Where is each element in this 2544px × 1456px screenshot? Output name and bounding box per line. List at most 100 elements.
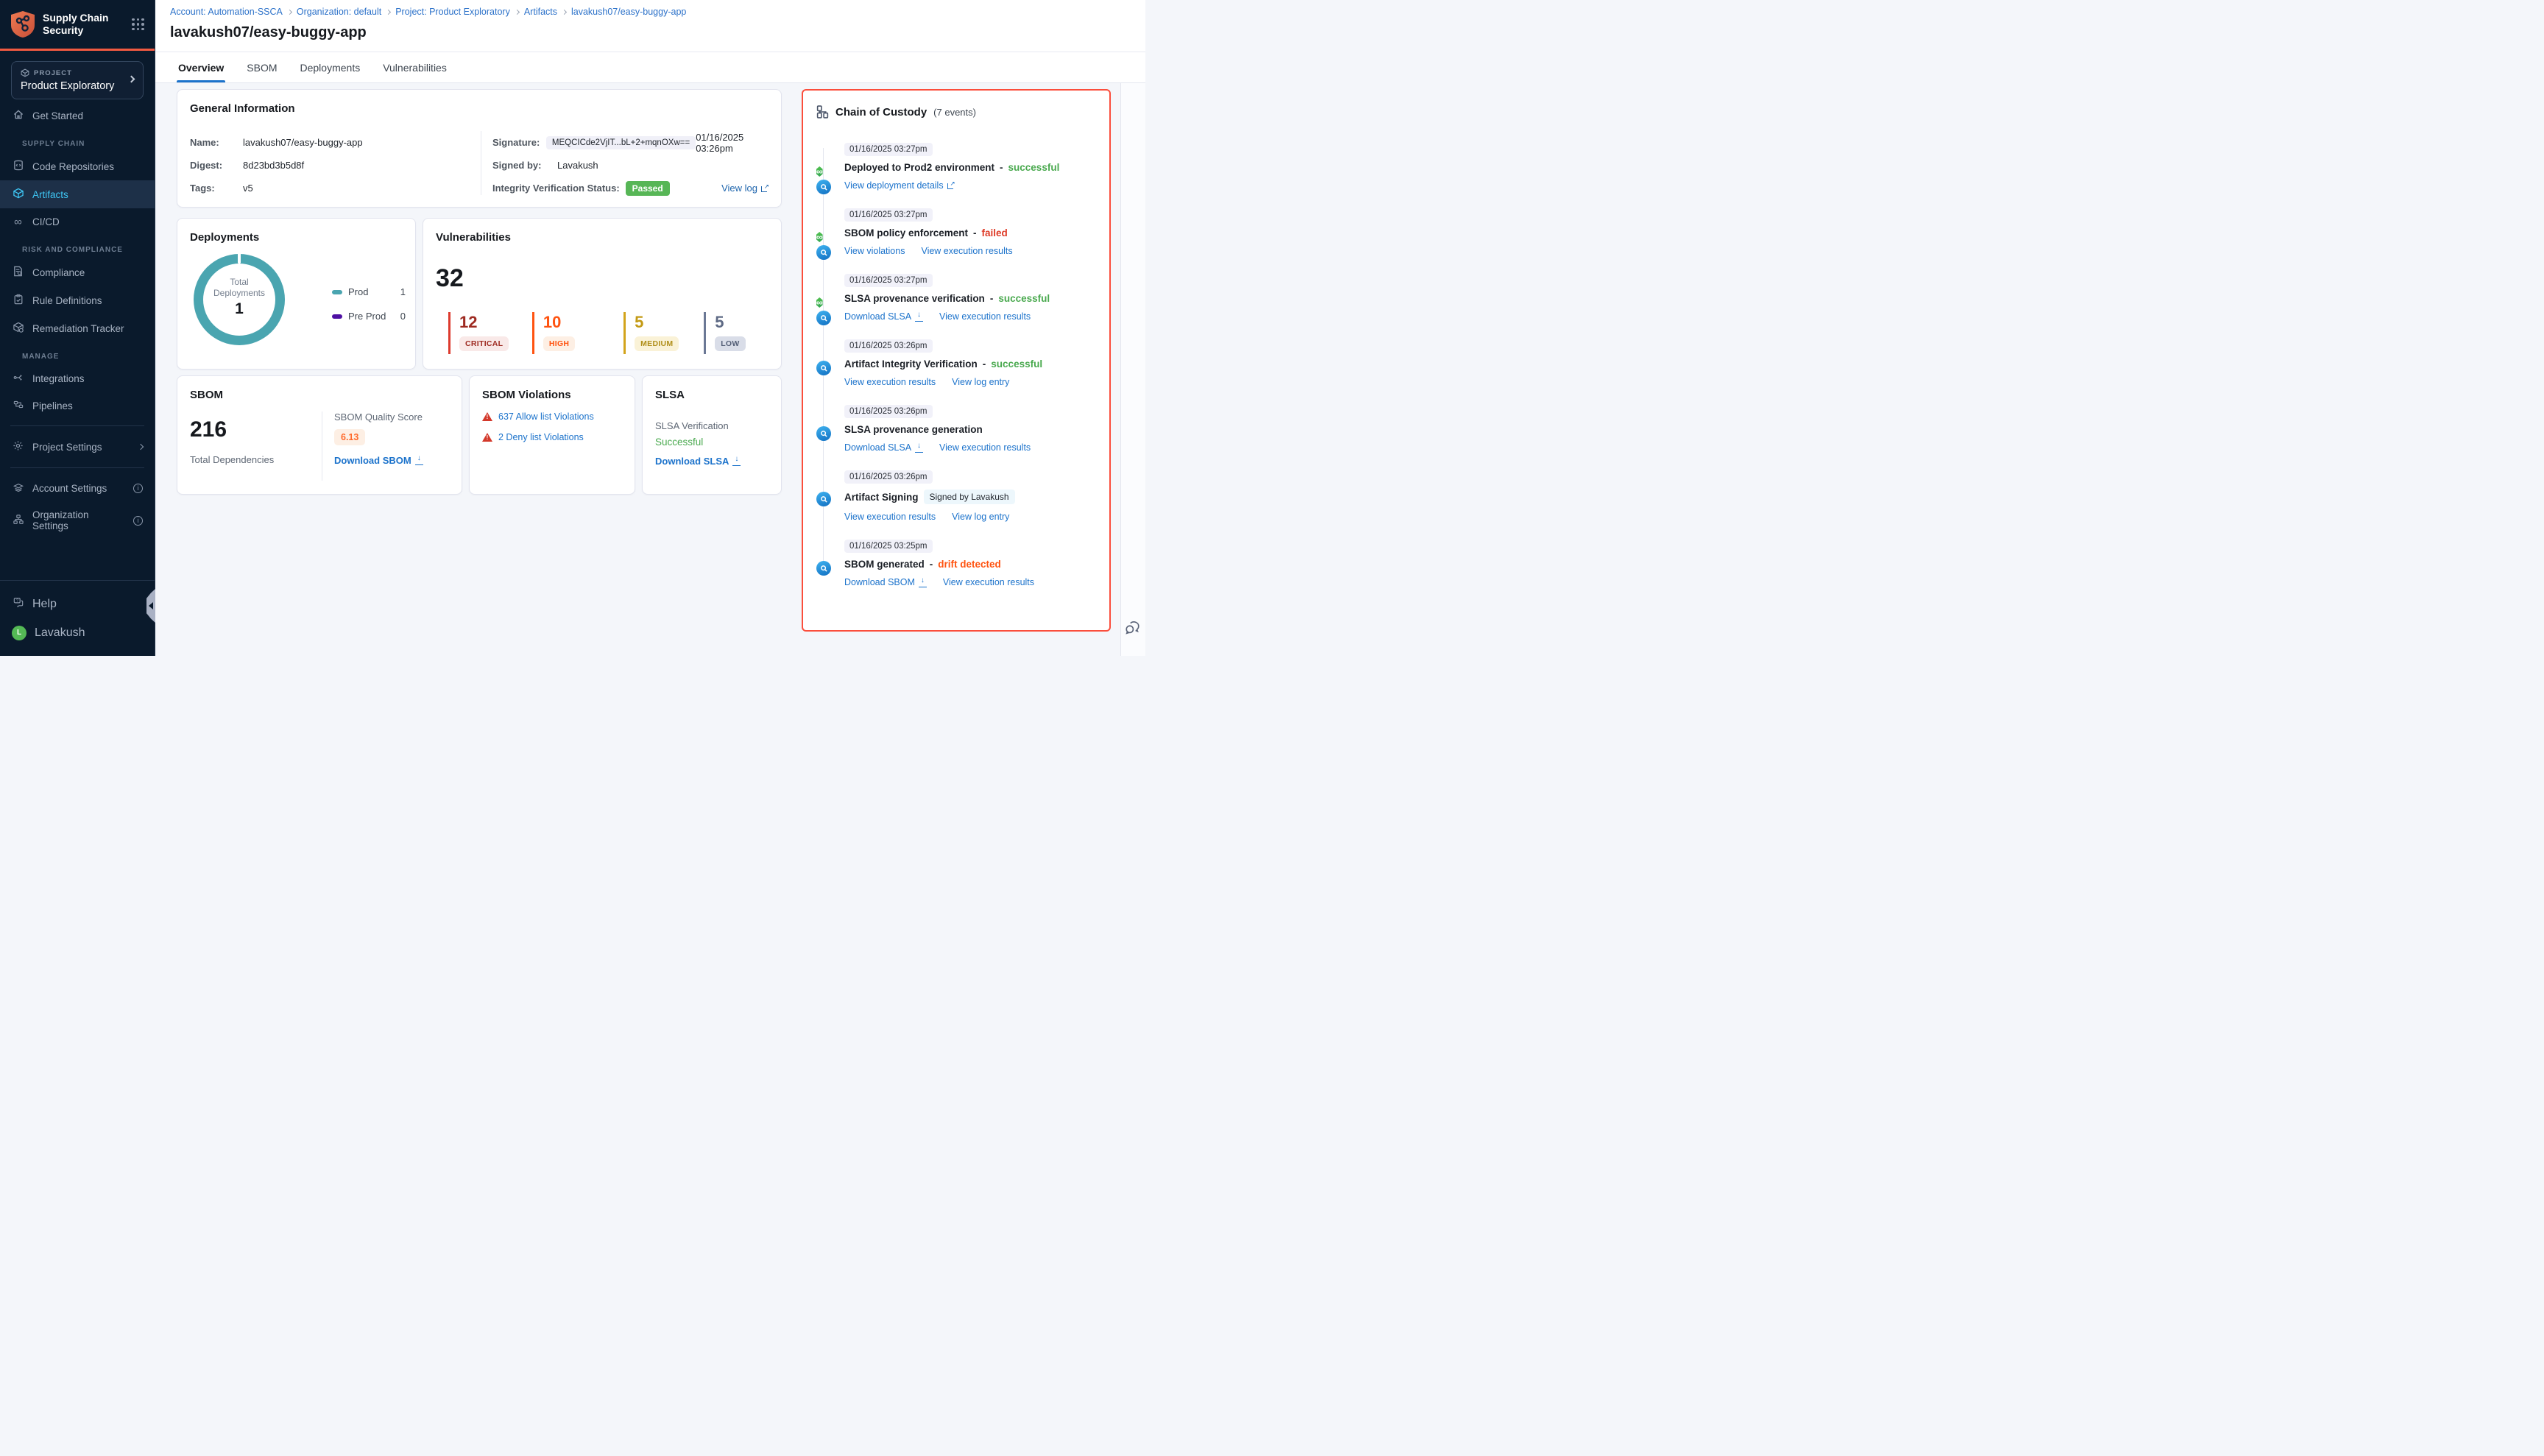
- severity-critical: 12 CRITICAL: [448, 312, 525, 354]
- user-name: Lavakush: [35, 626, 85, 640]
- sidebar-item-code-repositories[interactable]: Code Repositories: [0, 152, 155, 180]
- general-info-right: Signature: MEQCICde2VjIT...bL+2+mqnOXw==…: [481, 131, 768, 195]
- sidebar-item-integrations[interactable]: Integrations: [0, 365, 155, 392]
- artifact-name-value: lavakush07/easy-buggy-app: [243, 137, 363, 148]
- event-links: Download SLSA View execution results: [844, 311, 1096, 322]
- project-selector-value: Product Exploratory: [21, 80, 134, 92]
- scan-search-icon: [816, 245, 831, 260]
- event-title: SLSA provenance verification: [844, 293, 985, 304]
- download-slsa-link[interactable]: Download SLSA: [844, 442, 923, 453]
- sidebar-item-organization-settings[interactable]: Organization Settings i: [0, 502, 155, 539]
- card-title: General Information: [190, 102, 768, 115]
- sidebar-item-cicd[interactable]: ∞ CI/CD: [0, 208, 155, 236]
- card-title: SBOM: [190, 389, 449, 401]
- breadcrumb-artifacts[interactable]: Artifacts: [524, 7, 557, 17]
- download-sbom-link[interactable]: Download SBOM: [334, 455, 423, 466]
- chat-support-icon[interactable]: [1124, 620, 1141, 640]
- sidebar-item-compliance[interactable]: Compliance: [0, 258, 155, 286]
- view-log-entry-link[interactable]: View log entry: [952, 512, 1009, 522]
- remediation-box-icon: [12, 322, 24, 335]
- project-selector[interactable]: PROJECT Product Exploratory: [11, 61, 144, 99]
- deployments-legend: Prod 1 Pre Prod 0: [332, 286, 406, 335]
- sidebar-item-label: Get Started: [32, 110, 83, 121]
- sidebar-item-user[interactable]: L Lavakush: [0, 618, 155, 648]
- chain-of-custody-event: ∞ 01/16/2025 03:27pm Deployed to Prod2 e…: [816, 142, 1096, 191]
- breadcrumb-project[interactable]: Project: Product Exploratory: [395, 7, 510, 17]
- section-label-manage: MANAGE: [0, 342, 155, 365]
- tab-vulnerabilities[interactable]: Vulnerabilities: [381, 54, 448, 82]
- event-separator: -: [990, 293, 994, 304]
- scan-search-icon: [816, 311, 831, 325]
- view-log-entry-link[interactable]: View log entry: [952, 377, 1009, 387]
- severity-badge: LOW: [715, 336, 745, 351]
- event-icon: ∞: [816, 230, 831, 244]
- tab-deployments[interactable]: Deployments: [299, 54, 362, 82]
- page-header: Account: Automation-SSCA Organization: d…: [155, 0, 1145, 83]
- download-slsa-link[interactable]: Download SLSA: [655, 456, 741, 467]
- logo-row: Supply Chain Security: [0, 0, 155, 47]
- sidebar-item-artifacts[interactable]: Artifacts: [0, 180, 155, 208]
- breadcrumb-organization[interactable]: Organization: default: [297, 7, 381, 17]
- download-icon: [415, 456, 423, 464]
- chain-of-custody-event: ∞ 01/16/2025 03:27pm SLSA provenance ver…: [816, 273, 1096, 322]
- view-execution-results-link[interactable]: View execution results: [939, 311, 1031, 322]
- sidebar-item-pipelines[interactable]: Pipelines: [0, 392, 155, 419]
- download-sbom-link[interactable]: Download SBOM: [844, 577, 927, 587]
- scan-search-icon: [816, 180, 831, 194]
- tab-sbom[interactable]: SBOM: [245, 54, 278, 82]
- module-grid-icon[interactable]: [132, 18, 144, 31]
- event-badge: Signed by Lavakush: [924, 490, 1015, 504]
- name-label: Name:: [190, 137, 243, 148]
- view-execution-results-link[interactable]: View execution results: [943, 577, 1034, 587]
- allow-list-violations-link[interactable]: 637 Allow list Violations: [498, 411, 594, 422]
- severity-count: 5: [635, 314, 696, 331]
- event-timestamp: 01/16/2025 03:27pm: [844, 143, 933, 156]
- download-slsa-link[interactable]: Download SLSA: [844, 311, 923, 322]
- scan-search-icon: [816, 492, 831, 506]
- sidebar-divider: [10, 425, 144, 426]
- card-title: Vulnerabilities: [436, 231, 768, 244]
- tab-overview[interactable]: Overview: [177, 54, 225, 82]
- tags-value: v5: [243, 183, 253, 194]
- section-label-supply-chain: SUPPLY CHAIN: [0, 130, 155, 152]
- sidebar-item-get-started[interactable]: Get Started: [0, 102, 155, 130]
- integrations-icon: [12, 372, 24, 385]
- view-execution-results-link[interactable]: View execution results: [844, 377, 936, 387]
- pipeline-infinity-icon: ∞: [816, 297, 823, 308]
- severity-badge: CRITICAL: [459, 336, 509, 351]
- chain-of-custody-timeline: ∞ 01/16/2025 03:27pm Deployed to Prod2 e…: [816, 142, 1096, 587]
- svg-text:?: ?: [15, 599, 18, 604]
- event-links: Download SBOM View execution results: [844, 577, 1096, 587]
- signature-value: MEQCICde2VjIT...bL+2+mqnOXw==: [546, 136, 696, 149]
- sidebar-item-rule-definitions[interactable]: Rule Definitions: [0, 286, 155, 314]
- view-deployment-details-link[interactable]: View deployment details: [844, 180, 955, 191]
- app-title: Supply Chain Security: [43, 12, 132, 37]
- hierarchy-icon: [816, 105, 829, 119]
- breadcrumb-account[interactable]: Account: Automation-SSCA: [170, 7, 283, 17]
- view-execution-results-link[interactable]: View execution results: [921, 246, 1012, 256]
- pipelines-icon: [12, 400, 24, 411]
- infinity-icon: ∞: [12, 216, 24, 228]
- allow-list-violations-row: 637 Allow list Violations: [482, 411, 622, 422]
- sbom-quality-section: SBOM Quality Score 6.13 Download SBOM: [322, 411, 423, 481]
- view-log-link[interactable]: View log: [721, 183, 768, 194]
- sidebar-item-label: Project Settings: [32, 442, 102, 453]
- digest-label: Digest:: [190, 160, 243, 171]
- view-execution-results-link[interactable]: View execution results: [844, 512, 936, 522]
- breadcrumb-current[interactable]: lavakush07/easy-buggy-app: [571, 7, 686, 17]
- chain-of-custody-title: Chain of Custody: [835, 106, 927, 119]
- sidebar-nav: Get Started SUPPLY CHAIN Code Repositori…: [0, 102, 155, 539]
- view-violations-link[interactable]: View violations: [844, 246, 905, 256]
- sidebar-item-project-settings[interactable]: Project Settings: [0, 433, 155, 461]
- view-execution-results-link[interactable]: View execution results: [939, 442, 1031, 453]
- sidebar-item-help[interactable]: ? Help: [0, 590, 155, 618]
- sidebar-item-account-settings[interactable]: Account Settings i: [0, 475, 155, 502]
- donut-total-value: 1: [203, 300, 275, 318]
- event-timestamp: 01/16/2025 03:27pm: [844, 208, 933, 222]
- deny-list-violations-link[interactable]: 2 Deny list Violations: [498, 432, 584, 442]
- event-timestamp: 01/16/2025 03:25pm: [844, 540, 933, 553]
- artifact-box-icon: [12, 188, 24, 201]
- sidebar-item-remediation-tracker[interactable]: Remediation Tracker: [0, 314, 155, 342]
- event-title: SBOM generated: [844, 559, 925, 570]
- sidebar-item-label: Compliance: [32, 267, 85, 278]
